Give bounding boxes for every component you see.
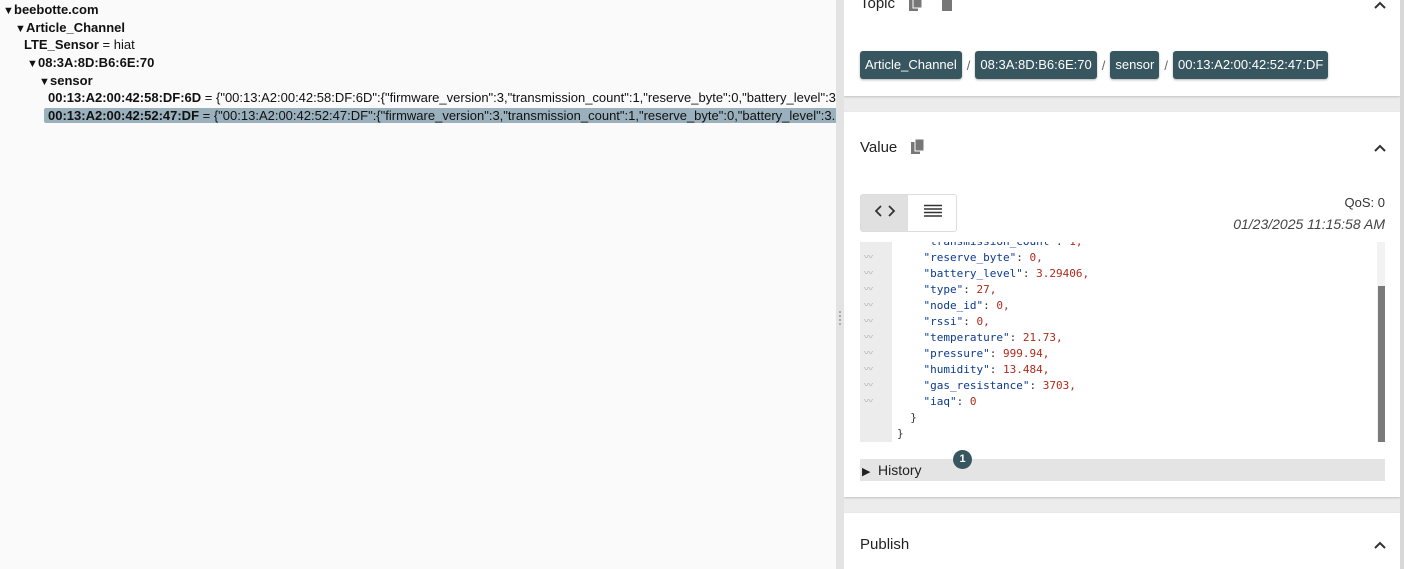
history-label: History	[878, 462, 922, 478]
tree-node-device[interactable]: ▼08:3A:8D:B6:6E:70	[27, 54, 154, 71]
selected-highlight: 00:13:A2:00:42:52:47:DF = {"00:13:A2:00:…	[44, 108, 836, 123]
history-count-badge: 1	[953, 450, 972, 469]
window-scrollbar[interactable]	[1400, 0, 1404, 569]
pane-splitter[interactable]	[836, 0, 844, 569]
fold-icon: 〰	[864, 269, 874, 279]
trash-icon[interactable]	[940, 0, 958, 13]
fold-icon: 〰	[864, 349, 874, 359]
publish-panel: Publish	[844, 513, 1400, 569]
breadcrumb-chip-device[interactable]: 08:3A:8D:B6:6E:70	[975, 51, 1097, 79]
breadcrumb-separator: /	[966, 57, 971, 73]
breadcrumb-chip-message[interactable]: 00:13:A2:00:42:52:47:DF	[1173, 51, 1329, 79]
tree-node-channel[interactable]: ▼Article_Channel	[15, 19, 125, 36]
tree-node-root-label: beebotte.com	[14, 2, 99, 17]
tree-node-lte-key: LTE_Sensor	[24, 37, 99, 52]
fold-icon: 〰	[864, 301, 874, 311]
breadcrumb-chip-channel[interactable]: Article_Channel	[860, 51, 962, 79]
tree-node-device-label: 08:3A:8D:B6:6E:70	[38, 55, 155, 70]
fold-icon: 〰	[864, 253, 874, 263]
topic-panel-title: Topic	[860, 0, 896, 12]
chevron-up-icon[interactable]	[1372, 140, 1388, 156]
fold-icon: 〰	[864, 285, 874, 295]
fold-icon: 〰	[864, 397, 874, 407]
tree-node-message-2-value: = {"00:13:A2:00:42:52:47:DF":{"firmware_…	[202, 108, 836, 123]
list-view-button[interactable]	[909, 195, 956, 231]
json-code: 〰 "transmission_count": 1, 〰 "reserve_by…	[860, 242, 1377, 442]
json-viewer[interactable]: 〰 "transmission_count": 1, 〰 "reserve_by…	[860, 242, 1385, 442]
code-view-icon	[874, 204, 896, 223]
caret-right-icon: ▶	[862, 466, 871, 478]
splitter-grip-icon[interactable]	[838, 311, 842, 327]
tree-node-channel-label: Article_Channel	[26, 20, 125, 35]
breadcrumb-separator: /	[1101, 57, 1106, 73]
tree-node-message-1-value: = {"00:13:A2:00:42:58:DF:6D":{"firmware_…	[204, 90, 836, 105]
message-timestamp: 01/23/2025 11:15:58 AM	[1233, 216, 1385, 232]
fold-icon: 〰	[864, 242, 874, 247]
breadcrumb-chip-sensor[interactable]: sensor	[1110, 51, 1160, 79]
list-view-icon	[923, 204, 943, 223]
caret-down-icon[interactable]: ▼	[27, 56, 38, 73]
tree-node-lte-value: = hiat	[102, 37, 135, 52]
breadcrumb-separator: /	[1164, 57, 1168, 73]
fold-icon: 〰	[864, 317, 874, 327]
topic-panel: Topic Article_Channel / 08:3A:8D:B6:6E:7…	[844, 0, 1400, 96]
caret-down-icon[interactable]: ▼	[3, 3, 14, 20]
tree-node-message-1-key: 00:13:A2:00:42:58:DF:6D	[48, 90, 202, 105]
editor-scrollbar[interactable]	[1377, 242, 1385, 442]
code-view-button[interactable]	[861, 195, 908, 231]
fold-icon: 〰	[864, 333, 874, 343]
details-pane: Topic Article_Channel / 08:3A:8D:B6:6E:7…	[844, 0, 1400, 569]
chevron-up-icon[interactable]	[1372, 0, 1388, 13]
publish-panel-title: Publish	[860, 536, 910, 553]
tree-node-sensor-label: sensor	[50, 73, 93, 88]
history-expander[interactable]: ▶ History 1	[860, 450, 1385, 481]
fold-icon: 〰	[864, 365, 874, 375]
tree-node-message-1[interactable]: 00:13:A2:00:42:58:DF:6D = {"00:13:A2:00:…	[48, 89, 836, 106]
tree-node-message-2-selected[interactable]: 00:13:A2:00:42:52:47:DF = {"00:13:A2:00:…	[44, 107, 836, 124]
copy-icon[interactable]	[910, 138, 928, 156]
tree-node-message-2-key: 00:13:A2:00:42:52:47:DF	[48, 108, 200, 123]
tree-node-root[interactable]: ▼beebotte.com	[3, 1, 99, 18]
view-toggle	[860, 194, 957, 232]
tree-node-sensor[interactable]: ▼sensor	[39, 72, 93, 89]
value-panel-title: Value	[860, 139, 898, 156]
chevron-up-icon[interactable]	[1372, 537, 1388, 553]
topic-tree: ▼beebotte.com ▼Article_Channel LTE_Senso…	[0, 0, 836, 569]
copy-icon[interactable]	[908, 0, 926, 13]
tree-node-lte-sensor[interactable]: LTE_Sensor = hiat	[24, 36, 135, 53]
topic-breadcrumb: Article_Channel / 08:3A:8D:B6:6E:70 / se…	[860, 51, 1329, 79]
editor-scrollbar-thumb[interactable]	[1378, 286, 1385, 442]
fold-icon: 〰	[864, 381, 874, 391]
qos-label: QoS: 0	[1344, 195, 1385, 210]
